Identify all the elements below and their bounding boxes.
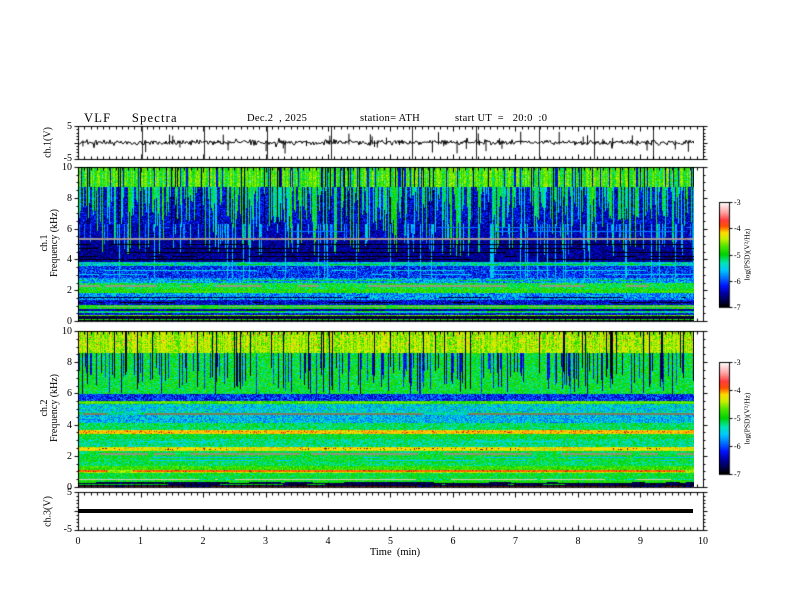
spec2-freq-tick-label: 2: [67, 450, 72, 462]
ch1-spectrogram-canvas: [78, 167, 694, 321]
x-tick-label: 6: [450, 536, 456, 547]
colorbar2-gradient: [719, 362, 729, 474]
ch3-flat-trace: [78, 509, 693, 513]
spec1-freq-tick-label: 4: [67, 254, 72, 266]
colorbar1-tick-label: -7: [734, 303, 741, 312]
x-tick-label: 2: [200, 536, 206, 547]
x-tick-label: 9: [638, 536, 643, 547]
date-label: Dec.2 , 2025: [247, 113, 308, 124]
ch1-spectrogram-ylabel: ch.1 Frequency (kHz): [39, 188, 60, 298]
spec2-freq-tick-label: 10: [62, 326, 72, 337]
colorbar2-tick-label: -4: [734, 386, 741, 395]
spec2-freq-tick-label: 0: [67, 482, 72, 493]
figure-title: VLF Spectra: [84, 111, 178, 125]
spec2-freq-tick-label: 6: [67, 388, 72, 400]
spec2-freq-tick-label: 8: [67, 357, 72, 369]
spec1-freq-tick-label: 6: [67, 223, 72, 235]
x-tick-label: 5: [388, 536, 393, 547]
x-tick-label: 7: [513, 536, 518, 547]
start-ut-label: start UT = 20:0 :0: [455, 113, 548, 124]
x-tick-label: 8: [575, 536, 581, 547]
x-tick-label: 4: [325, 536, 331, 547]
vlf-spectra-figure: VLF Spectra Dec.2 , 2025 station= ATH st…: [0, 0, 792, 612]
spec1-freq-tick-label: 10: [62, 162, 72, 173]
ch3v-tick-bottom: -5: [63, 524, 72, 535]
colorbar2-tick-label: -6: [734, 442, 741, 451]
station-label: station= ATH: [360, 113, 420, 124]
ch2-spectrogram-canvas: [78, 331, 694, 487]
ch2-spectrogram-ylabel-line2: Frequency (kHz): [49, 373, 60, 443]
colorbar2-tick-label: -3: [734, 358, 741, 367]
spec2-freq-tick-label: 4: [67, 419, 72, 431]
colorbar1-tick-label: -6: [734, 276, 741, 286]
ch1v-tick-top: 5: [67, 121, 72, 132]
ch2-spectrogram-ylabel: ch.2 Frequency (kHz): [39, 353, 60, 463]
x-tick-label: 10: [698, 536, 708, 547]
colorbar2-tick-label: -5: [734, 414, 741, 423]
ch1-spectrogram-ylabel-line2: Frequency (kHz): [49, 208, 60, 278]
x-axis-title: Time (min): [369, 547, 421, 558]
x-tick-label: 0: [75, 536, 81, 547]
colorbar1-tick-label: -4: [734, 224, 741, 234]
x-tick-label: 1: [138, 536, 143, 547]
spec1-freq-tick-label: 2: [67, 285, 72, 297]
x-tick-label: 3: [263, 536, 268, 547]
colorbar2-tick-label: -7: [734, 470, 741, 479]
colorbar1-gradient: [719, 202, 729, 307]
colorbar1-tick-label: -3: [734, 198, 741, 207]
ch1-waveform-canvas: [78, 126, 694, 159]
colorbar1-tick-label: -5: [734, 250, 741, 260]
spec1-freq-tick-label: 8: [67, 192, 72, 204]
